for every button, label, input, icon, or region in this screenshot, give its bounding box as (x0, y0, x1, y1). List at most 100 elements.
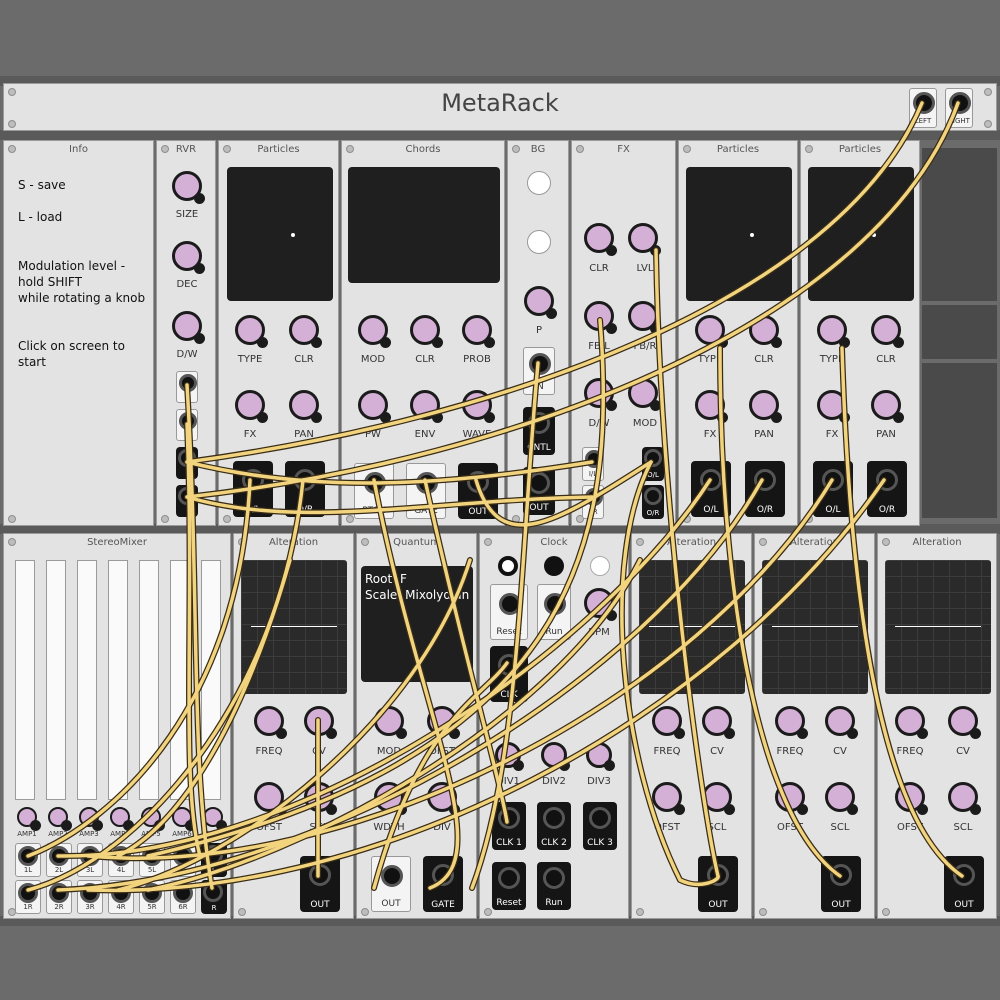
mixer-input-1l[interactable]: 1L (15, 843, 41, 877)
socket[interactable] (589, 807, 611, 829)
color-knob[interactable] (584, 223, 617, 256)
cv-knob[interactable] (825, 706, 858, 739)
amp-knob-2[interactable] (48, 807, 72, 831)
socket[interactable] (294, 469, 316, 491)
output-jack[interactable]: OUT (821, 856, 861, 912)
mixer-input-3r[interactable]: 3R (77, 880, 103, 914)
scale-knob[interactable] (702, 782, 735, 815)
env-knob[interactable] (410, 390, 443, 423)
bg-output-jack[interactable]: OUT (523, 467, 555, 515)
socket[interactable] (18, 846, 38, 866)
mod-knob[interactable] (374, 706, 407, 739)
socket[interactable] (203, 882, 223, 902)
bg-button-2[interactable] (527, 230, 551, 254)
socket[interactable] (830, 864, 852, 886)
run-output-jack[interactable]: Run (537, 862, 571, 910)
socket[interactable] (498, 807, 520, 829)
socket[interactable] (707, 864, 729, 886)
output-left-jack[interactable]: O/L (813, 461, 853, 517)
channel-fader-2[interactable] (46, 560, 66, 800)
output-left-jack[interactable]: O/L (233, 461, 273, 517)
mixer-input-2r[interactable]: 2R (46, 880, 72, 914)
width-knob[interactable] (374, 782, 407, 815)
fx-knob[interactable] (695, 390, 728, 423)
socket[interactable] (467, 471, 489, 493)
fx-output-left[interactable]: O/L (642, 447, 664, 481)
gate-input-jack[interactable]: GATE (406, 463, 446, 519)
socket[interactable] (142, 846, 162, 866)
socket[interactable] (173, 846, 193, 866)
fx-output-right[interactable]: O/R (642, 485, 664, 519)
mod-knob[interactable] (358, 315, 391, 348)
output-left-jack[interactable]: LEFT (909, 88, 937, 128)
type-knob[interactable] (695, 315, 728, 348)
chords-display[interactable] (348, 167, 500, 283)
clk3-output-jack[interactable]: CLK 3 (583, 802, 617, 850)
run-button[interactable]: Run (537, 584, 571, 640)
socket[interactable] (498, 654, 520, 676)
socket[interactable] (364, 472, 386, 494)
clk2-output-jack[interactable]: CLK 2 (537, 802, 571, 850)
mixer-input-5l[interactable]: 5L (139, 843, 165, 877)
socket[interactable] (876, 469, 898, 491)
fx-input-right[interactable]: I/R (582, 485, 604, 519)
color-knob[interactable] (289, 315, 322, 348)
socket[interactable] (700, 469, 722, 491)
type-knob[interactable] (817, 315, 850, 348)
socket[interactable] (528, 472, 550, 494)
fx-knob[interactable] (235, 390, 268, 423)
socket[interactable] (499, 593, 521, 615)
freq-knob[interactable] (652, 706, 685, 739)
mixer-input-1r[interactable]: 1R (15, 880, 41, 914)
freq-knob[interactable] (775, 706, 808, 739)
p-knob[interactable] (524, 286, 557, 319)
reset-output-jack[interactable]: Reset (492, 862, 526, 910)
bg-input-jack[interactable]: IN (523, 347, 555, 395)
particles-display[interactable] (808, 167, 914, 301)
wave-knob[interactable] (462, 390, 495, 423)
socket[interactable] (529, 353, 551, 375)
socket[interactable] (544, 593, 566, 615)
particles-display[interactable] (227, 167, 333, 301)
mixer-input-4l[interactable]: 4L (108, 843, 134, 877)
mixer-input-2l[interactable]: 2L (46, 843, 72, 877)
socket[interactable] (913, 92, 935, 114)
socket[interactable] (644, 487, 662, 505)
socket[interactable] (173, 883, 193, 903)
socket[interactable] (178, 449, 196, 467)
socket[interactable] (528, 412, 550, 434)
amp-knob-4[interactable] (110, 807, 134, 831)
socket[interactable] (142, 883, 162, 903)
mixer-output-right[interactable]: R (201, 880, 227, 914)
output-right-jack[interactable]: O/R (745, 461, 785, 517)
socket[interactable] (432, 864, 454, 886)
output-jack[interactable]: OUT (458, 463, 498, 519)
cv-knob[interactable] (948, 706, 981, 739)
reset-button[interactable]: Reset (490, 584, 528, 640)
socket[interactable] (381, 865, 403, 887)
amp-knob-master[interactable] (203, 807, 227, 831)
output-right-jack[interactable]: O/R (285, 461, 325, 517)
socket[interactable] (585, 488, 603, 506)
mixer-input-6l[interactable]: 6L (170, 843, 196, 877)
pitch-input-jack[interactable]: PTCH (354, 463, 394, 519)
socket[interactable] (18, 883, 38, 903)
socket[interactable] (49, 846, 69, 866)
mod-knob[interactable] (628, 378, 661, 411)
rvr-output-l[interactable] (176, 447, 198, 479)
quantum-display[interactable]: Root: F Scale: Mixolydian (361, 566, 473, 682)
socket[interactable] (80, 846, 100, 866)
pan-knob[interactable] (749, 390, 782, 423)
type-knob[interactable] (235, 315, 268, 348)
rvr-output-r[interactable] (176, 485, 198, 517)
decay-knob[interactable] (172, 241, 205, 274)
socket[interactable] (179, 412, 197, 430)
offset-knob[interactable] (652, 782, 685, 815)
pw-knob[interactable] (358, 390, 391, 423)
output-left-jack[interactable]: O/L (691, 461, 731, 517)
socket[interactable] (949, 92, 971, 114)
channel-fader-3[interactable] (77, 560, 97, 800)
size-knob[interactable] (172, 171, 205, 204)
mixer-input-3l[interactable]: 3L (77, 843, 103, 877)
div3-knob[interactable] (586, 742, 615, 771)
